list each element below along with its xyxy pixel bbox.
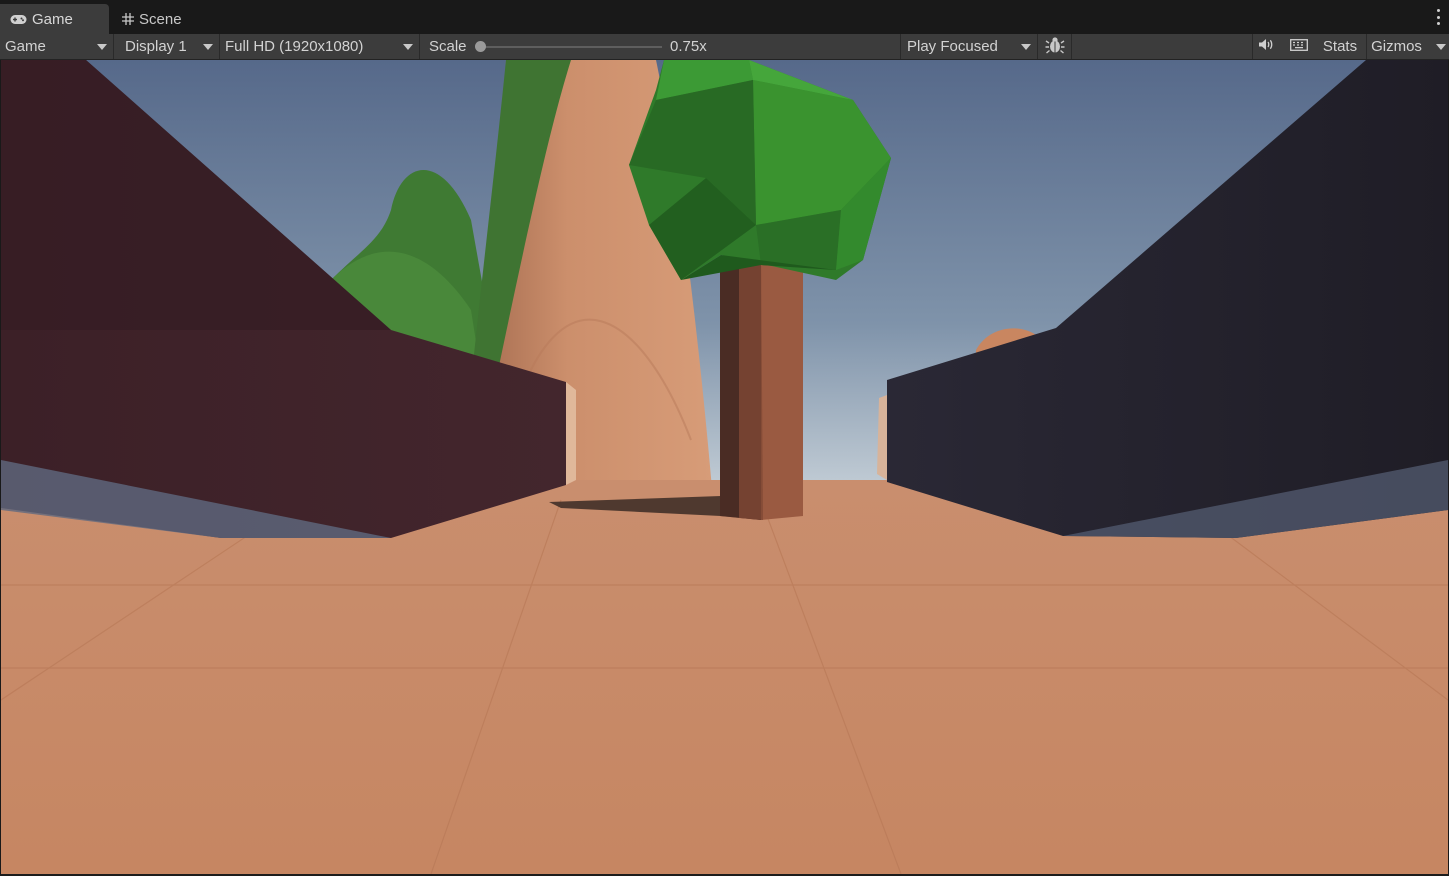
tab-game[interactable]: Game [0, 4, 109, 34]
grid-icon [122, 13, 134, 25]
game-toolbar: Game Display 1 Full HD (1920x1080) Scale… [0, 34, 1449, 60]
resolution-label: Full HD (1920x1080) [225, 38, 364, 55]
more-options-icon[interactable] [1435, 9, 1441, 25]
tab-game-label: Game [32, 10, 73, 28]
chevron-down-icon [203, 44, 213, 50]
game-viewport[interactable] [1, 60, 1448, 874]
bug-icon [1045, 36, 1065, 58]
tab-bar: Game Scene [0, 0, 1449, 34]
stats-button[interactable]: Stats [1318, 34, 1362, 59]
scale-value: 0.75x [670, 38, 707, 55]
display-dropdown[interactable]: Display 1 [116, 34, 220, 59]
debug-toggle[interactable] [1039, 34, 1072, 59]
mute-audio-toggle[interactable] [1252, 34, 1280, 59]
scale-label: Scale [429, 38, 467, 55]
play-mode-dropdown[interactable]: Play Focused [900, 34, 1038, 59]
chevron-down-icon [403, 44, 413, 50]
shortcuts-toggle[interactable] [1283, 34, 1315, 59]
view-mode-dropdown[interactable]: Game [0, 34, 114, 59]
display-label: Display 1 [125, 38, 187, 55]
tab-scene-label: Scene [139, 10, 182, 28]
chevron-down-icon [97, 44, 107, 50]
ground-floor [1, 480, 1448, 874]
chevron-down-icon [1436, 44, 1446, 50]
tab-scene[interactable]: Scene [116, 4, 206, 34]
play-mode-label: Play Focused [907, 38, 998, 55]
gizmos-button[interactable]: Gizmos [1366, 34, 1426, 59]
gizmos-dropdown[interactable] [1428, 34, 1449, 59]
gamepad-icon [10, 14, 27, 25]
speaker-icon [1258, 38, 1275, 55]
view-mode-label: Game [5, 38, 46, 55]
game-render [1, 60, 1448, 874]
scale-slider-track[interactable] [482, 46, 662, 48]
resolution-dropdown[interactable]: Full HD (1920x1080) [221, 34, 420, 59]
chevron-down-icon [1021, 44, 1031, 50]
scale-slider-thumb[interactable] [475, 41, 486, 52]
keyboard-icon [1290, 38, 1308, 55]
